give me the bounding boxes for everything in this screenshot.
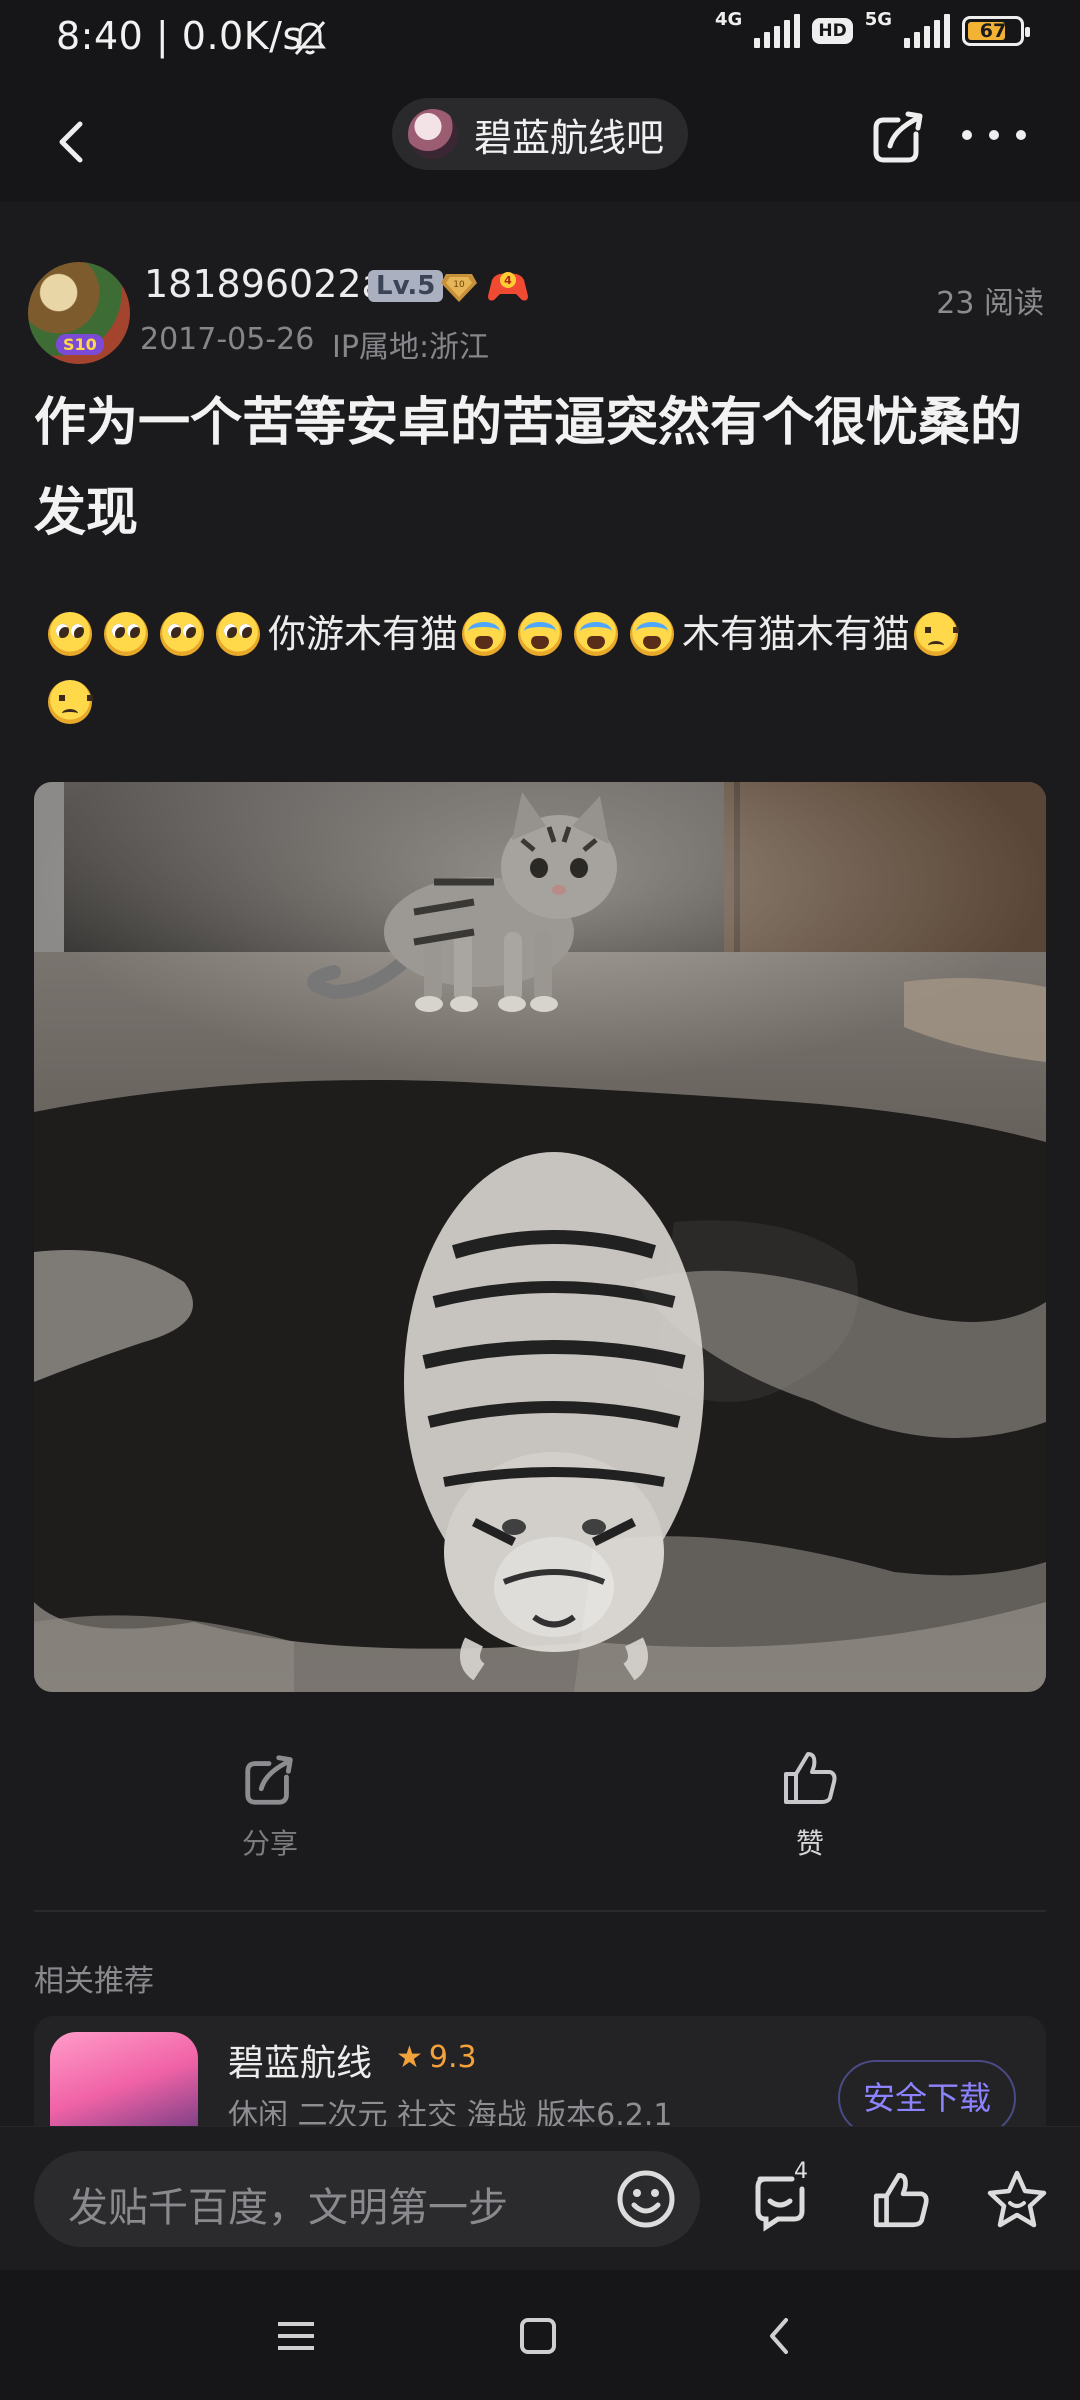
status-time: 8:40 | 0.0K/s xyxy=(56,14,303,58)
app-tags: 休闲 二次元 社交 海战 版本6.2.1 xyxy=(228,2098,673,2126)
worried-face-icon xyxy=(48,680,93,724)
status-indicators: 4G HD 5G 67 xyxy=(715,9,1030,48)
hd-badge: HD xyxy=(812,18,853,44)
username[interactable]: 181896022a xyxy=(144,262,385,306)
like-button[interactable]: 赞 xyxy=(762,1746,858,1862)
pleading-face-icon xyxy=(160,612,204,656)
crying-face-icon xyxy=(574,612,619,656)
star-icon: ★ xyxy=(396,2040,423,2075)
worried-face-icon xyxy=(914,612,960,656)
level-badge: Lv.5 xyxy=(368,270,444,302)
share-label: 分享 xyxy=(241,1827,298,1860)
post-ip-location: IP属地:浙江 xyxy=(332,330,490,365)
menu-icon[interactable] xyxy=(272,2312,320,2360)
avatar-badge: S10 xyxy=(56,334,104,355)
share-icon xyxy=(245,1755,293,1805)
network-4g-label: 4G xyxy=(715,8,743,30)
post-title: 作为一个苦等安卓的苦逼突然有个很忧桑的发现 xyxy=(34,393,1023,543)
top-nav-bar: 碧蓝航线吧 xyxy=(0,78,1080,202)
post-body-text-2: 木有猫木有猫 xyxy=(682,612,911,656)
thumbs-up-icon xyxy=(784,1752,837,1804)
emoji-icon[interactable] xyxy=(614,2167,678,2231)
more-options-button[interactable] xyxy=(962,130,1026,146)
post-body-text-1: 你游木有猫 xyxy=(268,612,459,656)
comment-count: 4 xyxy=(794,2159,808,2184)
share-icon[interactable] xyxy=(868,106,930,168)
status-bar: 8:40 | 0.0K/s 4G HD 5G 67 xyxy=(0,0,1080,78)
signal-icon-2 xyxy=(904,14,950,48)
battery-level: 67 xyxy=(979,20,1007,42)
read-count: 23 阅读 xyxy=(936,286,1044,321)
rating-value: 9.3 xyxy=(428,2040,477,2075)
bottom-action-bar: 发贴千百度，文明第一步 4 xyxy=(0,2126,1080,2270)
crying-face-icon xyxy=(518,612,563,656)
back-arrow-icon[interactable] xyxy=(40,106,110,176)
forum-avatar xyxy=(408,109,458,159)
app-icon xyxy=(50,2032,198,2126)
thumbs-up-icon[interactable] xyxy=(868,2167,934,2233)
home-icon[interactable] xyxy=(514,2312,562,2360)
post-date: 2017-05-26 xyxy=(140,322,315,357)
system-back-icon[interactable] xyxy=(756,2312,804,2360)
post-image[interactable] xyxy=(34,782,1046,1692)
diamond-medal-icon: 10 xyxy=(441,274,477,302)
bell-muted-icon xyxy=(294,21,326,55)
crying-face-icon xyxy=(462,612,507,656)
post-body: 你游木有猫 木有猫木有猫 xyxy=(44,600,1044,736)
app-name: 碧蓝航线 xyxy=(228,2043,373,2084)
battery-icon: 67 xyxy=(962,16,1030,46)
crying-face-icon xyxy=(630,612,675,656)
recommended-app-card[interactable]: 碧蓝航线 ★ 9.3 休闲 二次元 社交 海战 版本6.2.1 安全下载 xyxy=(34,2016,1046,2126)
kitten-tiger-reflection-image xyxy=(34,782,1046,1692)
comment-input[interactable]: 发贴千百度，文明第一步 xyxy=(34,2151,700,2247)
app-rating: ★ 9.3 xyxy=(396,2040,477,2075)
share-button[interactable]: 分享 xyxy=(222,1750,318,1862)
pleading-face-icon xyxy=(104,612,148,656)
network-5g-label: 5G xyxy=(864,8,892,30)
medal-number: 4 xyxy=(504,274,512,287)
signal-icon xyxy=(754,14,801,48)
like-label: 赞 xyxy=(795,1827,824,1860)
star-favorite-icon[interactable] xyxy=(984,2167,1050,2233)
comment-placeholder: 发贴千百度，文明第一步 xyxy=(68,2185,508,2231)
pleading-face-icon xyxy=(216,612,260,656)
medal-value: 10 xyxy=(453,280,465,290)
system-navigation-bar xyxy=(0,2270,1080,2400)
divider xyxy=(34,1910,1046,1912)
gamepad-medal-icon: 4 xyxy=(488,272,528,301)
safe-download-button[interactable]: 安全下载 xyxy=(838,2060,1016,2126)
related-recommend-title: 相关推荐 xyxy=(34,1964,154,1999)
forum-pill[interactable]: 碧蓝航线吧 xyxy=(392,98,688,170)
forum-name: 碧蓝航线吧 xyxy=(474,115,665,160)
pleading-face-icon xyxy=(48,612,92,656)
